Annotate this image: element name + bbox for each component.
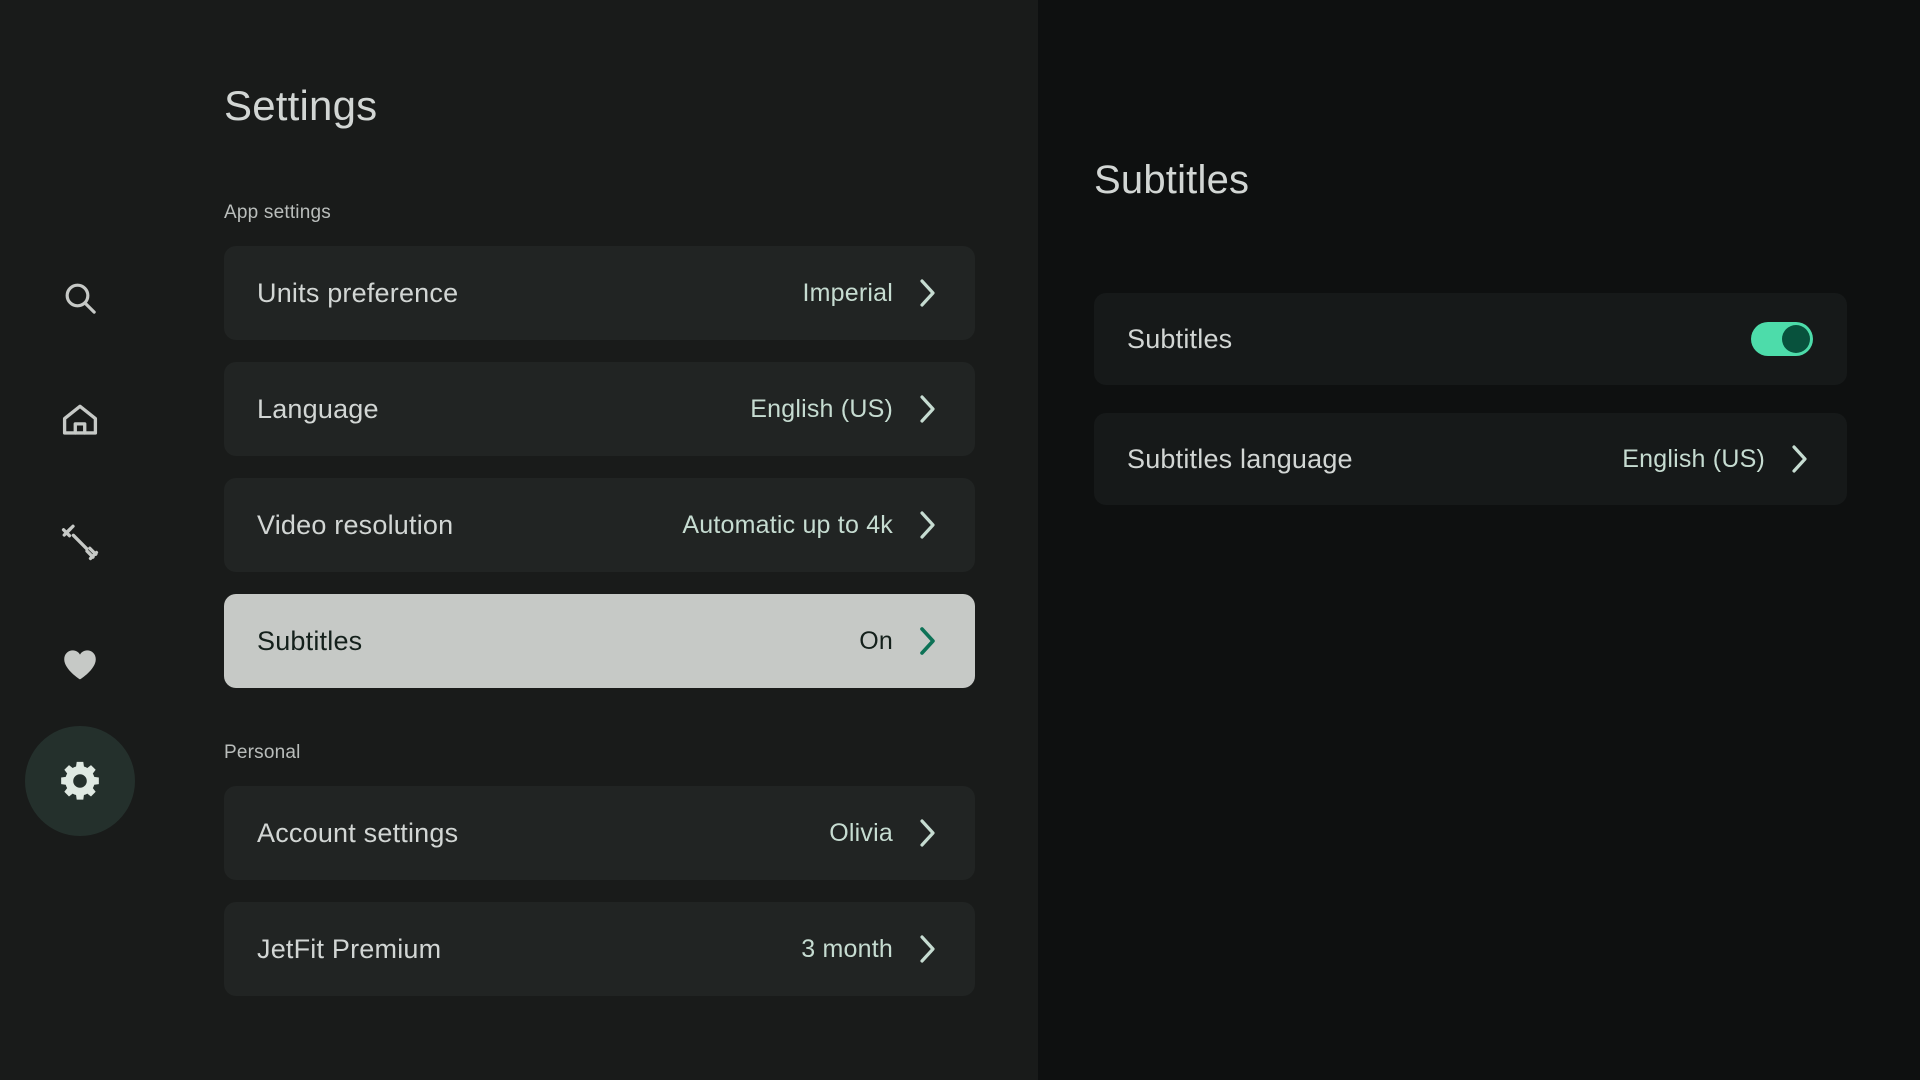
row-label: Units preference: [257, 277, 459, 308]
settings-row-video-resolution[interactable]: Video resolution Automatic up to 4k: [224, 478, 975, 572]
dumbbell-icon: [59, 521, 101, 563]
chevron-right-icon: [920, 279, 935, 307]
row-value: Imperial: [802, 278, 893, 307]
detail-panel-title: Subtitles: [1094, 158, 1250, 202]
chevron-right-icon: [920, 395, 935, 423]
sidebar-item-home[interactable]: [25, 365, 135, 475]
settings-screen: Settings App settings Units preference I…: [0, 0, 1920, 1080]
row-label: JetFit Premium: [257, 933, 442, 964]
group-label-app-settings: App settings: [224, 202, 331, 223]
detail-row-label: Subtitles: [1127, 323, 1233, 354]
detail-row-label: Subtitles language: [1127, 443, 1353, 474]
row-value: Olivia: [829, 818, 893, 847]
group-label-personal: Personal: [224, 742, 301, 763]
heart-icon: [58, 642, 102, 686]
row-label: Language: [257, 393, 379, 424]
left-panel: Settings App settings Units preference I…: [0, 0, 1038, 1080]
toggle-knob: [1782, 325, 1810, 353]
chevron-right-icon: [1792, 445, 1807, 473]
sidebar-item-favorites[interactable]: [25, 609, 135, 719]
chevron-right-icon: [920, 627, 935, 655]
chevron-right-icon: [920, 819, 935, 847]
row-label: Subtitles: [257, 625, 363, 656]
sidebar-item-settings[interactable]: [25, 726, 135, 836]
chevron-right-icon: [920, 511, 935, 539]
settings-row-units-preference[interactable]: Units preference Imperial: [224, 246, 975, 340]
sidebar-nav: [0, 0, 160, 1080]
subtitles-toggle-switch[interactable]: [1751, 322, 1813, 356]
settings-list: Settings App settings Units preference I…: [224, 0, 980, 996]
gear-icon: [58, 759, 102, 803]
detail-panel: Subtitles Subtitles Subtitles language E…: [1038, 0, 1920, 1080]
settings-row-language[interactable]: Language English (US): [224, 362, 975, 456]
sidebar-item-workouts[interactable]: [25, 487, 135, 597]
row-label: Video resolution: [257, 509, 454, 540]
settings-row-account-settings[interactable]: Account settings Olivia: [224, 786, 975, 880]
detail-row-subtitles-language[interactable]: Subtitles language English (US): [1094, 413, 1847, 505]
detail-row-subtitles-toggle[interactable]: Subtitles: [1094, 293, 1847, 385]
row-value: English (US): [750, 394, 893, 423]
row-value: 3 month: [801, 934, 893, 963]
row-value: Automatic up to 4k: [682, 510, 893, 539]
row-value: On: [859, 626, 893, 655]
home-icon: [59, 399, 101, 441]
page-title: Settings: [224, 82, 378, 129]
search-icon: [60, 278, 100, 318]
settings-row-subtitles[interactable]: Subtitles On: [224, 594, 975, 688]
chevron-right-icon: [920, 935, 935, 963]
sidebar-item-search[interactable]: [25, 243, 135, 353]
settings-row-jetfit-premium[interactable]: JetFit Premium 3 month: [224, 902, 975, 996]
row-label: Account settings: [257, 817, 459, 848]
detail-row-value: English (US): [1622, 444, 1765, 473]
